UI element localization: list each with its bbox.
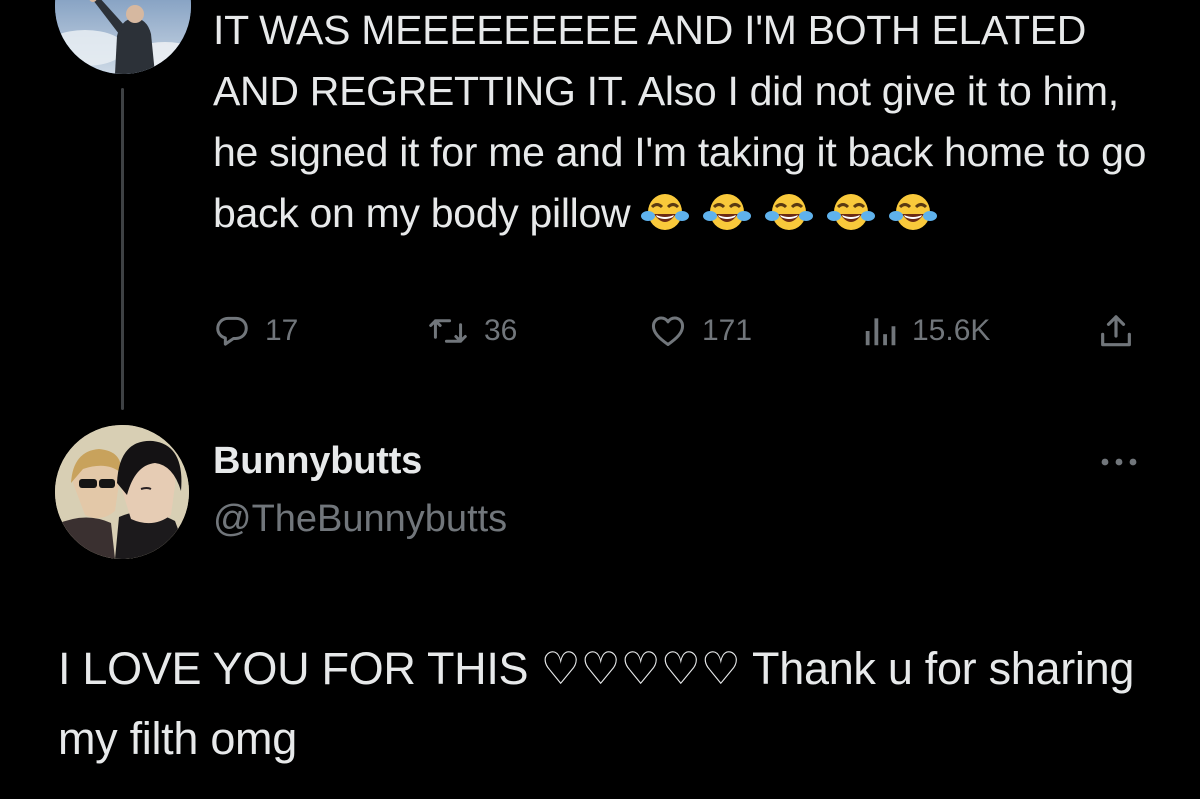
share-icon [1101,315,1131,347]
like-count: 171 [702,314,753,347]
tweet-action-bar: 17 36 171 15.6K [0,306,1200,356]
share-button[interactable] [1096,306,1136,356]
reply-body: I LOVE YOU FOR THIS ♡♡♡♡♡ Thank u for sh… [58,643,1135,764]
face-with-tears-of-joy-icon [703,190,752,234]
reply-button[interactable]: 17 [213,306,298,356]
more-options-button[interactable] [1098,450,1140,474]
retweet-icon [429,319,467,343]
tweet-body: IT WAS MEEEEEEEEE AND I'M BOTH ELATED AN… [213,0,1173,244]
reply-icon [216,316,248,346]
reply-author-avatar-image [55,425,189,559]
reply-count: 17 [265,314,299,347]
thread-connector-line [121,88,124,410]
views-button[interactable]: 15.6K [862,306,990,356]
face-with-tears-of-joy-icon [641,190,690,234]
reply-author-avatar[interactable] [55,425,189,559]
more-options-icon [1101,458,1137,466]
face-with-tears-of-joy-icon [827,190,876,234]
reply-handle[interactable]: @TheBunnybutts [213,498,507,541]
author-avatar[interactable] [55,0,191,74]
face-with-tears-of-joy-icon [765,190,814,234]
retweet-button[interactable]: 36 [426,306,517,356]
heart-icon [651,316,685,346]
retweet-count: 36 [484,314,518,347]
tweet-thread: IT WAS MEEEEEEEEE AND I'M BOTH ELATED AN… [0,0,1200,799]
views-count: 15.6K [912,314,991,347]
views-icon [865,318,896,346]
like-button[interactable]: 171 [648,306,752,356]
face-with-tears-of-joy-icon [889,190,938,234]
author-avatar-image [55,0,191,74]
reply-display-name[interactable]: Bunnybutts [213,440,422,483]
